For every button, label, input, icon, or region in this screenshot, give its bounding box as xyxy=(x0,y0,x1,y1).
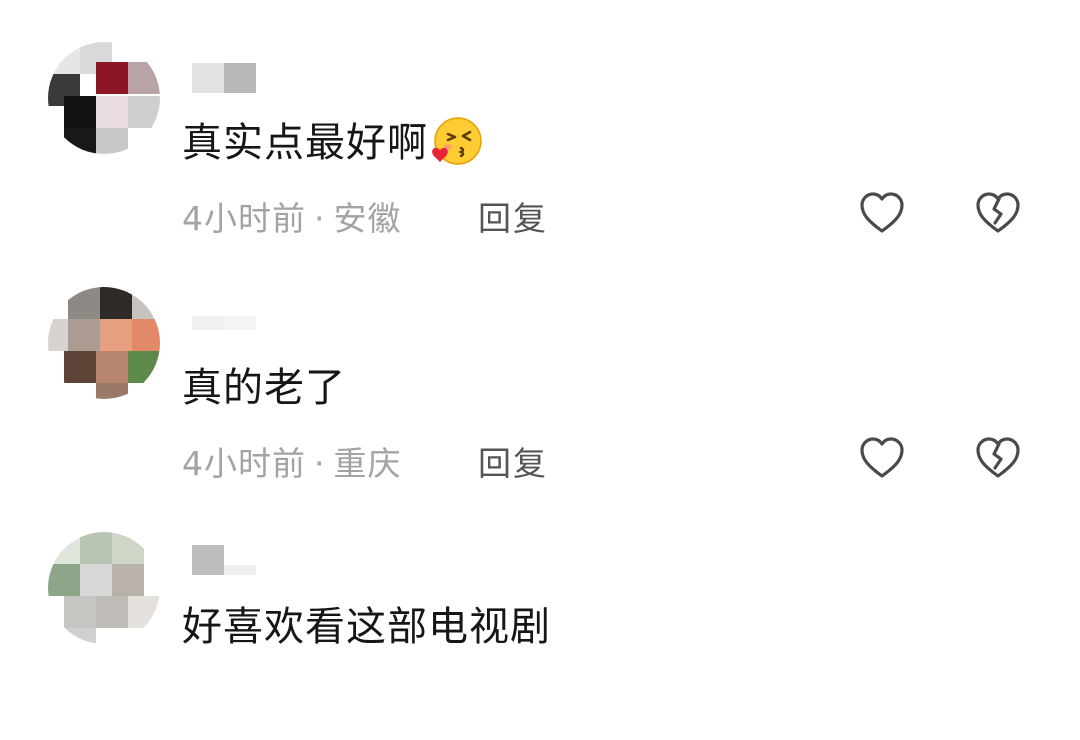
comment-meta: 4小时前 · 安徽 xyxy=(182,192,402,240)
broken-heart-icon xyxy=(976,437,1020,478)
like-button[interactable] xyxy=(858,435,906,481)
kissing-heart-emoji-icon xyxy=(428,114,482,168)
username-redacted[interactable] xyxy=(192,545,256,583)
comment-text: 好喜欢看这部电视剧 xyxy=(182,600,551,654)
like-button[interactable] xyxy=(858,190,906,236)
heart-outline-icon xyxy=(860,192,904,233)
broken-heart-icon xyxy=(976,192,1020,233)
comment-location: 安徽 xyxy=(333,199,402,238)
comment-location: 重庆 xyxy=(333,444,402,483)
comment-time: 4小时前 xyxy=(182,444,306,483)
comment-meta: 4小时前 · 重庆 xyxy=(182,437,402,485)
avatar[interactable] xyxy=(48,287,160,399)
comment-text-content: 真实点最好啊 xyxy=(182,120,428,166)
heart-outline-icon xyxy=(860,437,904,478)
avatar[interactable] xyxy=(48,532,160,644)
comment-item: 真的老了 4小时前 · 重庆 回复 xyxy=(0,245,1080,495)
avatar-mosaic xyxy=(48,532,160,644)
comment-item: 真实点最好啊 4小时前 · 安徽 回复 xyxy=(0,0,1080,250)
comment-time: 4小时前 xyxy=(182,199,306,238)
comment-text: 真实点最好啊 xyxy=(182,116,482,170)
dislike-button[interactable] xyxy=(974,190,1022,236)
meta-separator: · xyxy=(314,444,326,483)
avatar-mosaic xyxy=(48,42,160,154)
meta-separator: · xyxy=(314,199,326,238)
comment-text: 真的老了 xyxy=(182,361,346,415)
username-redacted[interactable] xyxy=(192,63,256,93)
reply-button[interactable]: 回复 xyxy=(478,192,548,240)
avatar-mosaic xyxy=(48,287,160,399)
avatar[interactable] xyxy=(48,42,160,154)
username-redacted[interactable] xyxy=(192,308,256,338)
comment-text-content: 真的老了 xyxy=(182,365,346,411)
dislike-button[interactable] xyxy=(974,435,1022,481)
reply-button[interactable]: 回复 xyxy=(478,437,548,485)
comment-item: 好喜欢看这部电视剧 xyxy=(0,490,1080,740)
comment-text-content: 好喜欢看这部电视剧 xyxy=(182,604,551,650)
